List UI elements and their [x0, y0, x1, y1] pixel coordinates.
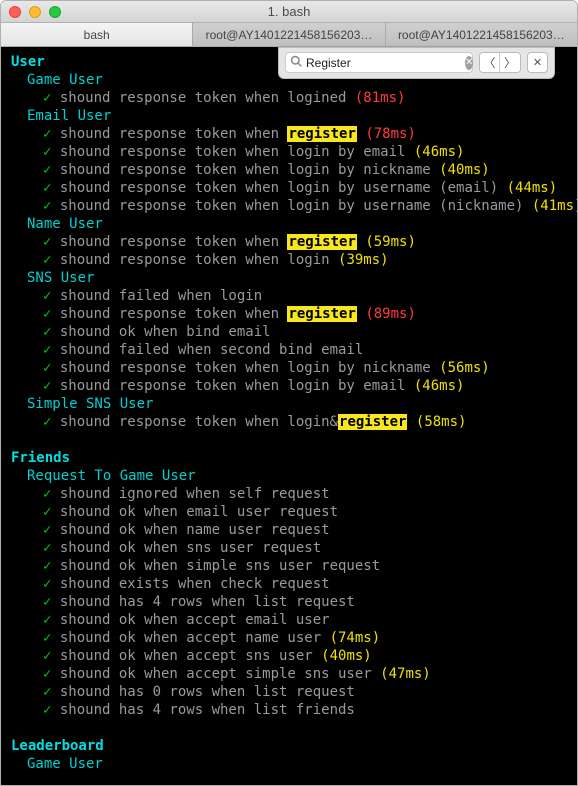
titlebar: 1. bash	[1, 1, 577, 23]
test-line: ✓ shound response token when logined (81…	[43, 89, 575, 107]
tab-bash[interactable]: bash	[1, 23, 193, 46]
test-line: ✓ shound exists when check request	[43, 575, 575, 593]
test-line: ✓ shound ok when sns user request	[43, 539, 575, 557]
test-line: ✓ shound has 4 rows when list request	[43, 593, 575, 611]
clear-search-button[interactable]: ✕	[465, 56, 473, 70]
find-prev-button[interactable]: 〈	[480, 53, 500, 72]
test-line: ✓ shound ok when name user request	[43, 521, 575, 539]
test-line: ✓ shound response token when login&regis…	[43, 413, 575, 431]
test-line: ✓ shound response token when login by ni…	[43, 161, 575, 179]
test-line: ✓ shound ok when accept simple sns user …	[43, 665, 575, 683]
maximize-window-button[interactable]	[49, 6, 61, 18]
close-window-button[interactable]	[9, 6, 21, 18]
test-line: ✓ shound ignored when self request	[43, 485, 575, 503]
tab-remote-2[interactable]: root@AY1401221458156203…	[386, 23, 577, 46]
test-line: ✓ shound response token when register (7…	[43, 125, 575, 143]
find-nav-group: 〈 〉	[479, 52, 521, 73]
window-title: 1. bash	[1, 4, 577, 19]
tab-bar: bash root@AY1401221458156203… root@AY140…	[1, 23, 577, 47]
test-line: ✓ shound has 0 rows when list request	[43, 683, 575, 701]
test-line: ✓ shound response token when login (39ms…	[43, 251, 575, 269]
test-line: ✓ shound response token when login by em…	[43, 143, 575, 161]
test-line: ✓ shound response token when login by ni…	[43, 359, 575, 377]
search-input[interactable]	[302, 56, 465, 70]
test-line: ✓ shound ok when email user request	[43, 503, 575, 521]
test-line: ✓ shound response token when register (8…	[43, 305, 575, 323]
find-next-button[interactable]: 〉	[500, 53, 520, 72]
terminal-window: 1. bash bash root@AY1401221458156203… ro…	[0, 0, 578, 786]
test-line: ✓ shound has 4 rows when list friends	[43, 701, 575, 719]
find-done-button[interactable]: ✕	[527, 52, 548, 73]
minimize-window-button[interactable]	[29, 6, 41, 18]
test-line: ✓ shound ok when accept email user	[43, 611, 575, 629]
test-line: ✓ shound failed when login	[43, 287, 575, 305]
test-line: ✓ shound ok when accept name user (74ms)	[43, 629, 575, 647]
test-line: ✓ shound failed when second bind email	[43, 341, 575, 359]
test-line: ✓ shound response token when login by em…	[43, 377, 575, 395]
find-bar: ✕ 〈 〉 ✕	[278, 47, 555, 79]
test-line: ✓ shound response token when login by us…	[43, 179, 575, 197]
test-line: ✓ shound response token when register (5…	[43, 233, 575, 251]
test-line: ✓ shound response token when login by us…	[43, 197, 575, 215]
test-line: ✓ shound ok when simple sns user request	[43, 557, 575, 575]
terminal-output[interactable]: UserGame User✓ shound response token whe…	[1, 47, 577, 785]
test-line: ✓ shound ok when bind email	[43, 323, 575, 341]
tab-remote-1[interactable]: root@AY1401221458156203…	[193, 23, 385, 46]
test-line: ✓ shound ok when accept sns user (40ms)	[43, 647, 575, 665]
traffic-lights	[1, 6, 61, 18]
search-icon	[290, 54, 302, 72]
search-box[interactable]: ✕	[285, 52, 473, 73]
